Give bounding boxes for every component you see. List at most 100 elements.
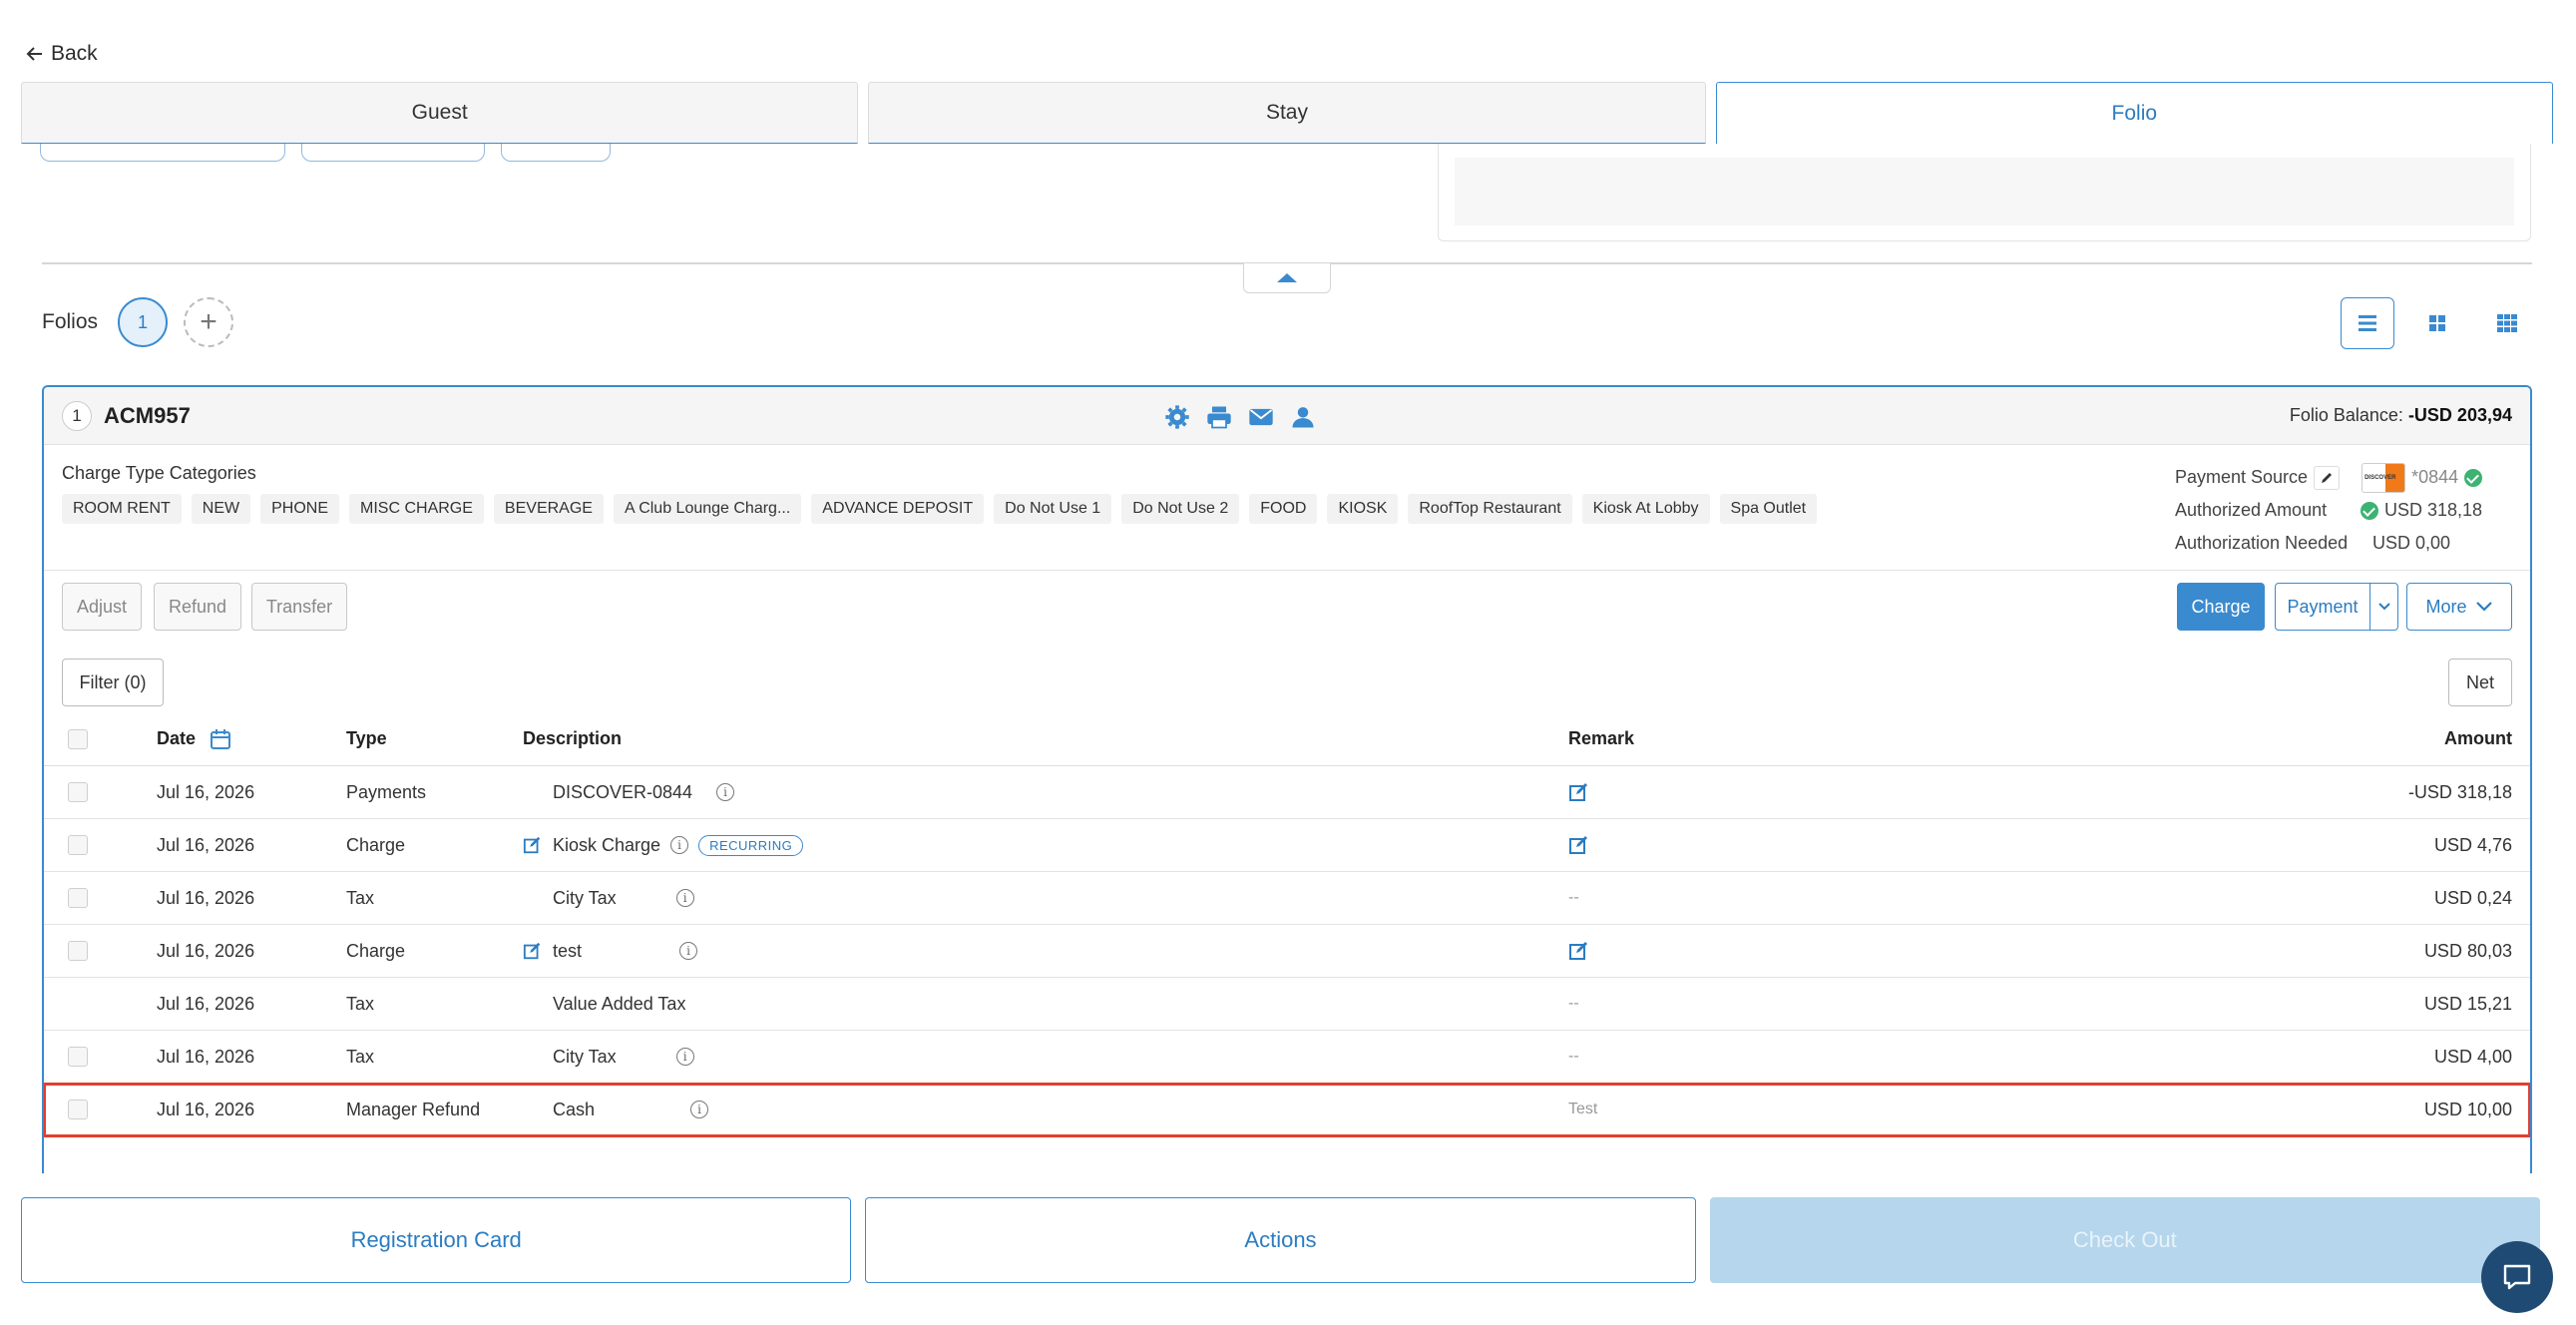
table-row-highlighted[interactable]: Jul 16, 2026 Manager Refund Cash i Test U… <box>44 1083 2530 1137</box>
table-row[interactable]: Jul 16, 2026 Payments DISCOVER-0844 i -US… <box>44 766 2530 819</box>
row-amount: USD 15,21 <box>2423 993 2512 1014</box>
category-food[interactable]: FOOD <box>1249 494 1318 524</box>
actions-button[interactable]: Actions <box>865 1197 1696 1283</box>
row-date: Jul 16, 2026 <box>157 940 255 961</box>
grid-2-view-icon <box>2429 315 2445 331</box>
row-checkbox[interactable] <box>68 1100 88 1119</box>
category-phone[interactable]: PHONE <box>260 494 340 524</box>
category-a-club-lounge[interactable]: A Club Lounge Charg... <box>613 494 802 524</box>
filter-button[interactable]: Filter (0) <box>62 659 164 706</box>
edit-charge-icon[interactable] <box>523 835 543 855</box>
edit-remark-icon[interactable] <box>1568 781 1590 803</box>
registration-card-button[interactable]: Registration Card <box>21 1197 852 1283</box>
category-misc-charge[interactable]: MISC CHARGE <box>349 494 484 524</box>
info-icon[interactable]: i <box>690 1101 709 1118</box>
transfer-button[interactable]: Transfer <box>251 583 347 631</box>
info-icon[interactable]: i <box>716 783 735 801</box>
row-checkbox[interactable] <box>68 1047 88 1067</box>
row-type: Manager Refund <box>346 1099 481 1119</box>
adjust-button[interactable]: Adjust <box>62 583 142 631</box>
table-row[interactable]: Jul 16, 2026 Tax Value Added Tax -- USD … <box>44 978 2530 1031</box>
edit-remark-icon[interactable] <box>1568 940 1590 962</box>
row-description: Kiosk Charge <box>553 834 661 855</box>
list-view-icon <box>2359 315 2376 331</box>
category-rooftop-restaurant[interactable]: RoofTop Restaurant <box>1408 494 1572 524</box>
info-icon[interactable]: i <box>679 942 698 960</box>
list-view-button[interactable] <box>2341 297 2394 349</box>
category-do-not-use-2[interactable]: Do Not Use 2 <box>1121 494 1240 524</box>
amount-header: Amount <box>2444 728 2512 748</box>
folio-selector-1[interactable]: 1 <box>118 297 169 347</box>
table-row[interactable]: Jul 16, 2026 Tax City Tax i -- USD 0,24 <box>44 872 2530 925</box>
printer-icon[interactable] <box>1205 403 1233 431</box>
category-beverage[interactable]: BEVERAGE <box>493 494 604 524</box>
folio-header-actions <box>1163 403 1317 431</box>
category-advance-deposit[interactable]: ADVANCE DEPOSIT <box>811 494 985 524</box>
category-room-rent[interactable]: ROOM RENT <box>62 494 182 524</box>
charge-button[interactable]: Charge <box>2177 583 2265 631</box>
chat-button[interactable] <box>2481 1241 2553 1313</box>
payment-button[interactable]: Payment <box>2275 583 2370 631</box>
net-button[interactable]: Net <box>2448 659 2512 706</box>
payment-dropdown-button[interactable] <box>2369 583 2398 631</box>
select-all-checkbox[interactable] <box>68 728 88 749</box>
check-out-button[interactable]: Check Out <box>1709 1197 2540 1283</box>
row-description: City Tax <box>553 887 617 908</box>
row-checkbox[interactable] <box>68 782 88 802</box>
table-row[interactable]: Jul 16, 2026 Charge Kiosk Charge i RECUR… <box>44 819 2530 872</box>
mail-icon[interactable] <box>1247 403 1275 431</box>
chevron-down-icon <box>2475 602 2492 612</box>
info-icon[interactable]: i <box>675 889 694 907</box>
category-divider <box>44 570 2530 571</box>
row-checkbox[interactable] <box>68 835 88 855</box>
row-remark: -- <box>1568 889 1579 906</box>
view-toggles <box>2341 297 2534 349</box>
row-type: Tax <box>346 1046 375 1067</box>
row-checkbox[interactable] <box>68 941 88 961</box>
scrolled-button-edge[interactable] <box>301 144 485 162</box>
collapse-toggle[interactable] <box>1243 263 1331 293</box>
refund-button[interactable]: Refund <box>154 583 241 631</box>
category-do-not-use-1[interactable]: Do Not Use 1 <box>994 494 1112 524</box>
more-button[interactable]: More <box>2406 583 2512 631</box>
tab-guest[interactable]: Guest <box>21 82 859 144</box>
edit-charge-icon[interactable] <box>523 941 543 961</box>
row-description: DISCOVER-0844 <box>553 781 693 802</box>
category-spa-outlet[interactable]: Spa Outlet <box>1719 494 1818 524</box>
date-header: Date <box>157 728 197 748</box>
tab-stay[interactable]: Stay <box>868 82 1706 144</box>
table-row[interactable]: Jul 16, 2026 Charge test i USD 80,03 <box>44 925 2530 978</box>
payment-info: Payment Source DISCOVER *0844 Authorized… <box>2175 461 2504 560</box>
edit-payment-source-button[interactable] <box>2314 465 2341 490</box>
scrolled-button-edge[interactable] <box>40 144 285 162</box>
gear-icon[interactable] <box>1163 403 1191 431</box>
person-icon[interactable] <box>1289 403 1317 431</box>
row-type: Charge <box>346 834 406 855</box>
tab-folio[interactable]: Folio <box>1715 82 2553 144</box>
grid-2-view-button[interactable] <box>2410 297 2464 349</box>
authorization-needed-label: Authorization Needed <box>2175 533 2349 553</box>
description-header: Description <box>523 728 623 748</box>
category-new[interactable]: NEW <box>191 494 251 524</box>
row-checkbox[interactable] <box>68 888 88 908</box>
folio-panel: 1 ACM957 Folio Balance: -USD 203,94 Char… <box>42 385 2532 1173</box>
folio-header: 1 ACM957 Folio Balance: -USD 203,94 <box>44 387 2530 445</box>
category-kiosk-at-lobby[interactable]: Kiosk At Lobby <box>1581 494 1710 524</box>
grid-3-view-button[interactable] <box>2480 297 2534 349</box>
table-row[interactable]: Jul 16, 2026 Tax City Tax i -- USD 4,00 <box>44 1031 2530 1084</box>
remark-header: Remark <box>1568 728 1635 748</box>
charge-type-categories-title: Charge Type Categories <box>62 463 256 483</box>
back-link[interactable]: Back <box>25 42 98 66</box>
footer-actions: Registration Card Actions Check Out <box>21 1197 2540 1283</box>
row-remark: -- <box>1568 995 1579 1012</box>
upper-card <box>1438 144 2531 241</box>
add-folio-button[interactable]: + <box>184 297 234 347</box>
scrolled-button-edge[interactable] <box>501 144 611 162</box>
info-icon[interactable]: i <box>675 1048 694 1066</box>
info-icon[interactable]: i <box>670 836 689 854</box>
category-kiosk[interactable]: KIOSK <box>1327 494 1399 524</box>
authorized-amount-label: Authorized Amount <box>2175 500 2328 520</box>
calendar-icon[interactable] <box>210 728 231 750</box>
chevron-down-icon <box>2377 603 2390 611</box>
edit-remark-icon[interactable] <box>1568 834 1590 856</box>
